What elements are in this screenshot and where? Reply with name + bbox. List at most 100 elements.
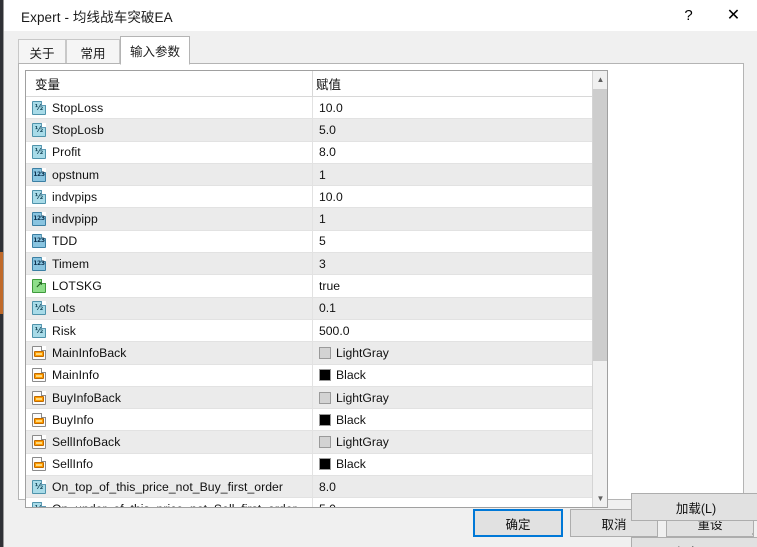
row-column-separator	[312, 208, 313, 229]
parameter-name-cell[interactable]: ½Profit	[32, 142, 81, 163]
double-variable-icon: ½	[32, 301, 46, 315]
parameter-value-cell[interactable]: 5	[319, 231, 326, 252]
parameter-name-cell[interactable]: ↗ LOTSKG	[32, 275, 102, 296]
tab-about[interactable]: 关于	[18, 39, 66, 64]
parameter-value-cell[interactable]: Black	[319, 454, 366, 475]
table-row[interactable]: SellInfoBack LightGray	[26, 431, 594, 453]
parameter-value-cell[interactable]: 10.0	[319, 97, 343, 118]
tab-strip: 关于 常用 输入参数	[18, 36, 744, 64]
parameter-value-label: 5	[319, 234, 326, 248]
parameter-name-cell[interactable]: 123opstnum	[32, 164, 99, 185]
table-row[interactable]: 123indvpipp 1	[26, 208, 594, 230]
parameter-name-cell[interactable]: ½StopLosb	[32, 119, 104, 140]
table-row[interactable]: 123 TDD 5	[26, 231, 594, 253]
int-variable-icon: 123	[32, 234, 46, 248]
table-row[interactable]: ½StopLoss 10.0	[26, 97, 594, 119]
table-row[interactable]: ↗ LOTSKG true	[26, 275, 594, 297]
column-header-value[interactable]: 赋值	[316, 71, 341, 96]
table-row[interactable]: ½ Lots 0.1	[26, 298, 594, 320]
table-row[interactable]: MainInfo Black	[26, 365, 594, 387]
grid-header-row: 变量 赋值	[26, 71, 594, 97]
parameter-value-cell[interactable]: 3	[319, 253, 326, 274]
load-button[interactable]: 加载(L)	[631, 493, 757, 521]
scrollbar-thumb[interactable]	[593, 89, 608, 361]
parameter-value-cell[interactable]: true	[319, 275, 340, 296]
parameter-name-cell[interactable]: BuyInfoBack	[32, 387, 121, 408]
scroll-up-arrow-icon[interactable]: ▲	[593, 71, 608, 88]
parameter-value-label: LightGray	[336, 346, 389, 360]
parameter-name-cell[interactable]: ½On_under_of_this_price_not_Sell_first_o…	[32, 498, 297, 507]
parameter-name-label: On_under_of_this_price_not_Sell_first_or…	[52, 502, 297, 507]
column-header-variable[interactable]: 变量	[35, 71, 60, 96]
load-button-label: 加载(L)	[676, 498, 716, 517]
parameter-name-label: indvpips	[52, 190, 97, 204]
parameter-value-cell[interactable]: 5.0	[319, 119, 336, 140]
parameter-value-cell[interactable]: Black	[319, 365, 366, 386]
table-row[interactable]: ½StopLosb 5.0	[26, 119, 594, 141]
row-column-separator	[312, 454, 313, 475]
help-button[interactable]: ?	[666, 0, 711, 31]
table-row[interactable]: ½On_top_of_this_price_not_Buy_first_orde…	[26, 476, 594, 498]
parameter-value-cell[interactable]: 1	[319, 208, 326, 229]
parameter-name-cell[interactable]: ½On_top_of_this_price_not_Buy_first_orde…	[32, 476, 283, 497]
parameter-value-cell[interactable]: 8.0	[319, 476, 336, 497]
parameter-name-label: LOTSKG	[52, 279, 102, 293]
parameter-name-cell[interactable]: ½Risk	[32, 320, 76, 341]
parameter-value-cell[interactable]: 8.0	[319, 142, 336, 163]
table-row[interactable]: 123opstnum 1	[26, 164, 594, 186]
table-row[interactable]: MainInfoBack LightGray	[26, 342, 594, 364]
parameter-value-cell[interactable]: 500.0	[319, 320, 350, 341]
table-row[interactable]: 123Timem 3	[26, 253, 594, 275]
parameter-name-cell[interactable]: 123 TDD	[32, 231, 77, 252]
parameter-name-cell[interactable]: 123indvpipp	[32, 208, 98, 229]
parameter-name-cell[interactable]: SellInfo	[32, 454, 93, 475]
parameter-name-cell[interactable]: MainInfo	[32, 365, 99, 386]
parameter-name-cell[interactable]: BuyInfo	[32, 409, 94, 430]
table-row[interactable]: BuyInfo Black	[26, 409, 594, 431]
parameter-name-cell[interactable]: ½StopLoss	[32, 97, 103, 118]
parameter-value-cell[interactable]: 0.1	[319, 298, 336, 319]
row-column-separator	[312, 320, 313, 341]
parameter-value-cell[interactable]: LightGray	[319, 431, 389, 452]
parameter-name-label: Lots	[52, 301, 75, 315]
parameter-name-cell[interactable]: ½ Lots	[32, 298, 75, 319]
save-button[interactable]: 保存(S)	[631, 537, 757, 547]
parameter-value-cell[interactable]: 10.0	[319, 186, 343, 207]
tab-inputs[interactable]: 输入参数	[120, 36, 190, 65]
table-row[interactable]: ½Risk 500.0	[26, 320, 594, 342]
parameter-value-cell[interactable]: LightGray	[319, 342, 389, 363]
tab-common[interactable]: 常用	[66, 39, 120, 64]
parameter-name-label: indvpipp	[52, 212, 98, 226]
grid-vertical-scrollbar[interactable]: ▲ ▼	[592, 71, 607, 507]
row-column-separator	[312, 275, 313, 296]
bool-variable-icon: ↗	[32, 279, 46, 293]
parameter-value-label: 10.0	[319, 190, 343, 204]
parameter-value-cell[interactable]: Black	[319, 409, 366, 430]
application-root: Expert - 均线战车突破EA ? ✕ 关于 常用 输入参数	[0, 0, 757, 547]
table-row[interactable]: ½Profit 8.0	[26, 142, 594, 164]
parameter-value-cell[interactable]: LightGray	[319, 387, 389, 408]
parameter-name-label: MainInfoBack	[52, 346, 126, 360]
parameter-value-cell[interactable]: 1	[319, 164, 326, 185]
parameter-name-cell[interactable]: 123Timem	[32, 253, 89, 274]
table-row[interactable]: ½On_under_of_this_price_not_Sell_first_o…	[26, 498, 594, 507]
parameter-value-label: 1	[319, 168, 326, 182]
table-row[interactable]: BuyInfoBack LightGray	[26, 387, 594, 409]
table-row[interactable]: ½indvpips 10.0	[26, 186, 594, 208]
row-column-separator	[312, 365, 313, 386]
row-column-separator	[312, 387, 313, 408]
parameters-grid-body: 变量 赋值 ½StopLoss 10.0 ½StopLosb 5.0 ½Profit 8.…	[26, 71, 594, 507]
parameter-name-cell[interactable]: SellInfoBack	[32, 431, 120, 452]
scroll-down-arrow-icon[interactable]: ▼	[593, 490, 608, 507]
parameter-name-label: Timem	[52, 257, 89, 271]
parameter-name-label: TDD	[52, 234, 77, 248]
double-variable-icon: ½	[32, 123, 46, 137]
parameter-name-cell[interactable]: MainInfoBack	[32, 342, 126, 363]
parameter-value-label: 8.0	[319, 145, 336, 159]
table-row[interactable]: SellInfo Black	[26, 454, 594, 476]
ok-button[interactable]: 确定	[473, 509, 563, 537]
close-button[interactable]: ✕	[711, 0, 756, 31]
parameter-value-cell[interactable]: 5.0	[319, 498, 336, 507]
color-variable-icon	[32, 413, 46, 427]
parameter-name-cell[interactable]: ½indvpips	[32, 186, 97, 207]
